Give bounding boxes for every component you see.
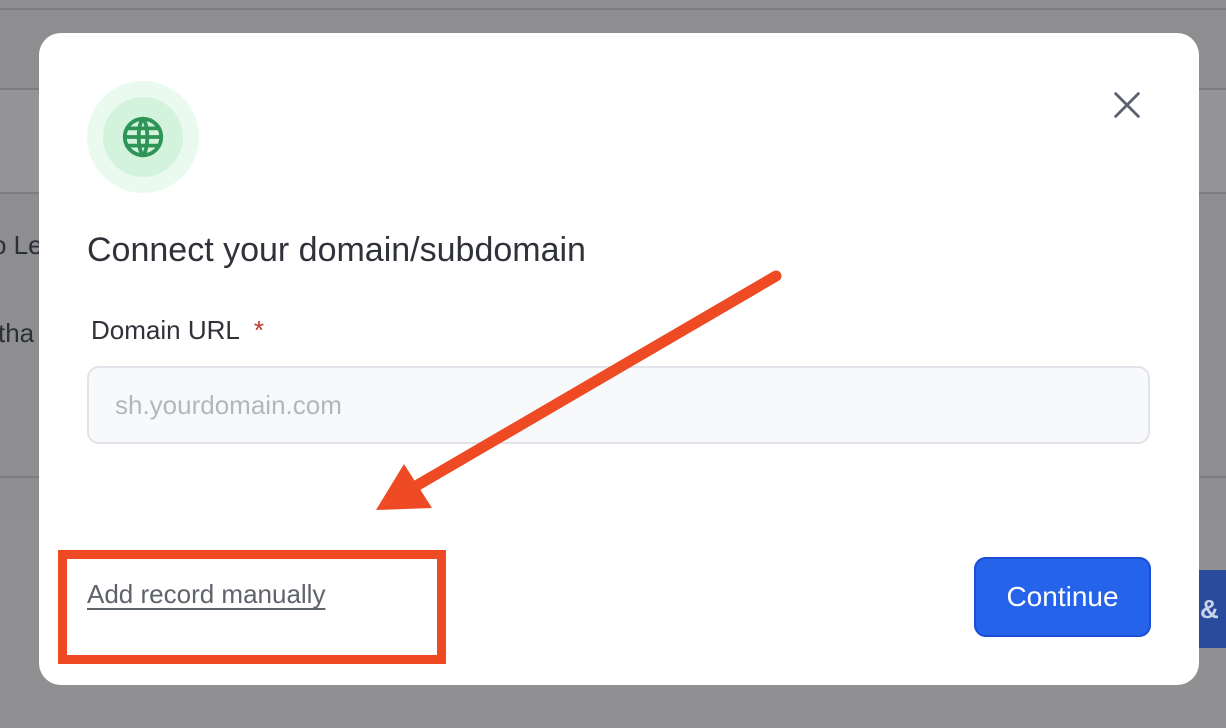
close-button[interactable] [1107,85,1147,125]
domain-url-label-text: Domain URL [91,315,240,345]
icon-badge [87,81,199,193]
dialog-title: Connect your domain/subdomain [87,231,586,269]
background-text: tha [0,318,35,348]
background-button: & [1196,570,1226,648]
globe-icon [122,116,164,158]
icon-badge-inner [103,97,183,177]
required-marker: * [253,315,264,345]
background-divider [0,8,1226,10]
add-record-manually-link[interactable]: Add record manually [87,579,325,610]
continue-button[interactable]: Continue [974,557,1151,637]
domain-url-input[interactable] [87,366,1150,444]
connect-domain-dialog: Connect your domain/subdomain Domain URL… [39,33,1199,685]
domain-url-label: Domain URL * [91,315,264,346]
background-text: o Le [0,230,43,260]
close-icon [1114,92,1140,118]
